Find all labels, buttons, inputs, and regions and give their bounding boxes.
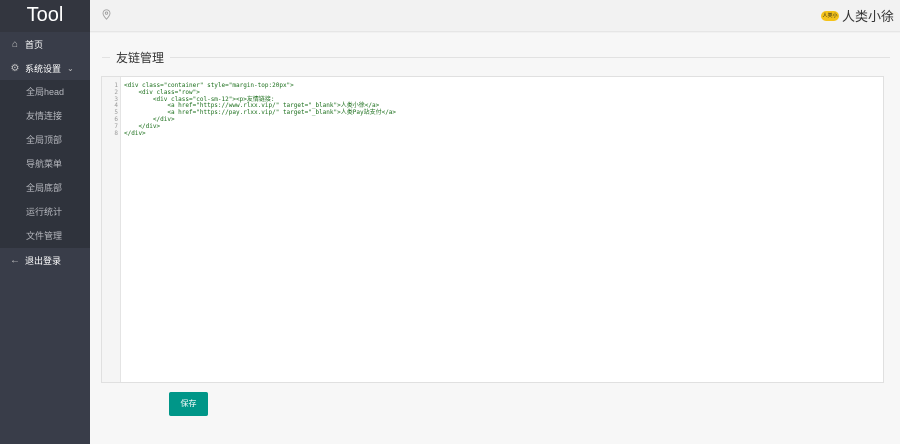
- app-logo[interactable]: Tool: [0, 0, 90, 32]
- sidebar-item-label: 退出登录: [25, 255, 62, 266]
- sidebar-subitem-nav-menu[interactable]: 导航菜单: [0, 152, 90, 176]
- main-content: 友链管理 1 2 3 4 5 6 7 8 <div class="contain…: [90, 33, 900, 444]
- code-line: </div>: [124, 122, 161, 130]
- sidebar-menu: ⌂ 首页 ⚙ 系统设置 ⌄ 全局head 友情连接 全局顶部 导航菜单 全局底部…: [0, 32, 90, 272]
- code-content[interactable]: <div class="container" style="margin-top…: [124, 82, 396, 137]
- user-menu[interactable]: 人类小徐 人类小徐: [820, 6, 894, 25]
- avatar: 人类小徐: [820, 10, 839, 21]
- sidebar-subitem-file-manager[interactable]: 文件管理: [0, 224, 90, 248]
- sidebar-subitem-stats[interactable]: 运行统计: [0, 200, 90, 224]
- sidebar-submenu: 全局head 友情连接 全局顶部 导航菜单 全局底部 运行统计 文件管理: [0, 80, 90, 248]
- sidebar-item-label: 系统设置: [25, 63, 62, 74]
- gear-icon: ⚙: [10, 62, 20, 74]
- code-line: </div>: [124, 115, 175, 123]
- sidebar: Tool ⌂ 首页 ⚙ 系统设置 ⌄ 全局head 友情连接 全局顶部 导航菜单…: [0, 0, 90, 444]
- save-button[interactable]: 保存: [169, 392, 208, 416]
- arrow-left-icon: ←: [10, 254, 20, 266]
- page-title: 友链管理: [116, 51, 165, 65]
- line-number-gutter: 1 2 3 4 5 6 7 8: [102, 77, 121, 382]
- code-editor[interactable]: 1 2 3 4 5 6 7 8 <div class="container" s…: [101, 76, 884, 383]
- sidebar-item-home[interactable]: ⌂ 首页: [0, 32, 90, 56]
- home-icon: ⌂: [11, 38, 19, 50]
- divider: [102, 57, 110, 58]
- sidebar-subitem-global-head[interactable]: 全局head: [0, 80, 90, 104]
- divider: [170, 57, 890, 58]
- sidebar-item-logout[interactable]: ← 退出登录: [0, 248, 90, 272]
- line-number: 8: [114, 129, 118, 137]
- sidebar-item-system-settings[interactable]: ⚙ 系统设置 ⌄: [0, 56, 90, 80]
- sidebar-subitem-global-top[interactable]: 全局顶部: [0, 128, 90, 152]
- code-line: </div>: [124, 129, 146, 137]
- sidebar-item-label: 首页: [25, 39, 44, 50]
- chevron-down-icon: ⌄: [67, 63, 74, 73]
- sidebar-subitem-friend-links[interactable]: 友情连接: [0, 104, 90, 128]
- location-pin-icon[interactable]: [102, 7, 111, 25]
- user-name: 人类小徐: [841, 9, 894, 24]
- top-header: 人类小徐 人类小徐: [90, 0, 900, 32]
- section-header: 友链管理: [102, 49, 890, 66]
- sidebar-subitem-global-bottom[interactable]: 全局底部: [0, 176, 90, 200]
